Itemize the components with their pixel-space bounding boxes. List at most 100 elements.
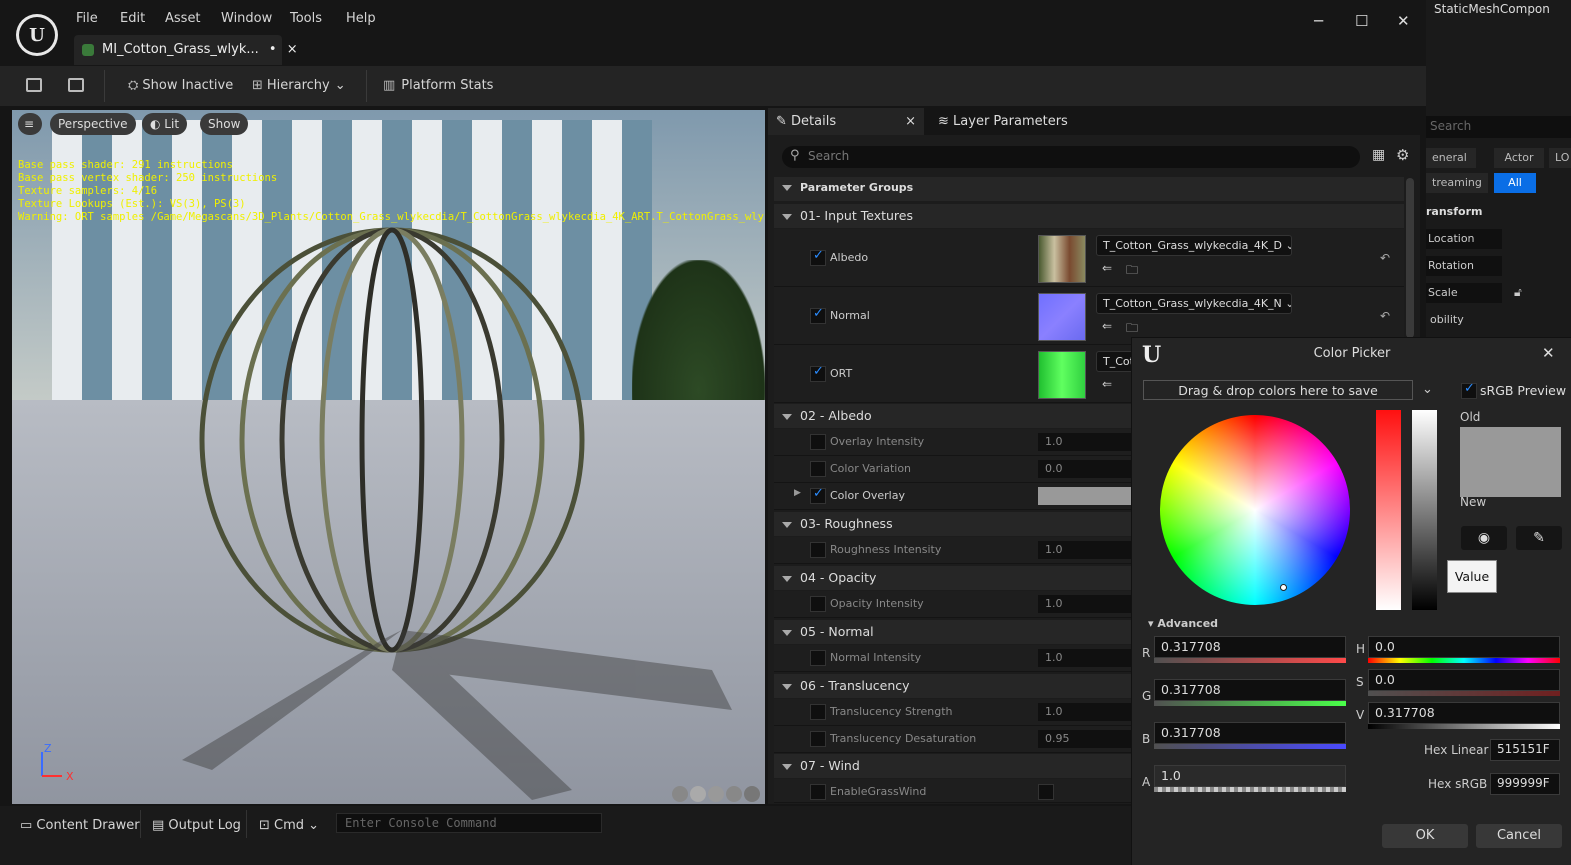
red-slider[interactable] [1154,658,1346,663]
save-icon[interactable] [26,77,48,92]
parameter-groups-header[interactable]: Parameter Groups [774,177,1404,201]
minimize-button[interactable]: ─ [1314,12,1323,30]
cmd-dropdown[interactable]: ⊡ Cmd ⌄ [259,818,319,833]
color-wheel-cursor[interactable] [1280,584,1287,591]
menu-asset[interactable]: Asset [165,11,201,26]
hierarchy-button[interactable]: ⊞ Hierarchy ⌄ [252,78,346,93]
side-tab-general[interactable]: eneral [1426,148,1476,168]
side-search-input[interactable]: Search [1426,116,1571,138]
close-window-button[interactable]: ✕ [1397,12,1410,30]
hex-srgb-input[interactable]: 999999F [1490,773,1560,795]
sphere-icon[interactable] [690,786,706,802]
ort-thumbnail[interactable] [1038,351,1086,399]
expand-arrow-icon[interactable]: ▶ [794,488,801,498]
normal-texture-select[interactable]: T_Cotton_Grass_wlykecdia_4K_N ⌄ [1096,293,1292,314]
settings-gear-icon[interactable]: ⚙ [1396,146,1409,164]
normal-thumbnail[interactable] [1038,293,1086,341]
hex-linear-input[interactable]: 515151F [1490,739,1560,761]
color-overlay-checkbox[interactable] [810,486,826,504]
reset-arrow-icon[interactable]: ↶ [1380,251,1390,265]
translucency-strength-value[interactable]: 1.0 [1038,703,1138,721]
albedo-thumbnail[interactable] [1038,235,1086,283]
translucency-desaturation-checkbox[interactable] [810,731,826,747]
group-input-textures[interactable]: 01- Input Textures [774,204,1404,228]
console-input[interactable]: Enter Console Command [336,813,602,833]
roughness-value[interactable]: 1.0 [1038,541,1138,559]
scale-dropdown[interactable]: Scale [1426,283,1502,303]
lit-button[interactable]: ◐ Lit [142,113,188,135]
side-filter-all[interactable]: All [1494,173,1536,193]
tab-details-close-icon[interactable]: × [905,114,916,129]
overlay-intensity-value[interactable]: 1.0 [1038,433,1138,451]
menu-file[interactable]: File [76,11,98,26]
location-dropdown[interactable]: Location [1426,229,1502,249]
reset-arrow-icon[interactable]: ↶ [1380,309,1390,323]
cylinder-icon[interactable] [672,786,688,802]
albedo-texture-select[interactable]: T_Cotton_Grass_wlykecdia_4K_D ⌄ [1096,235,1292,256]
color-overlay-swatch[interactable] [1038,487,1138,505]
ort-checkbox[interactable] [810,364,826,382]
translucency-strength-checkbox[interactable] [810,704,826,720]
normal-intensity-value[interactable]: 1.0 [1038,649,1138,667]
hue-input[interactable]: 0.0 [1368,636,1560,658]
alpha-input[interactable]: 1.0 [1154,765,1346,787]
saturation-input[interactable]: 0.0 [1368,669,1560,691]
color-wheel-icon[interactable]: ◉ [1461,526,1507,550]
saturation-bar[interactable] [1368,691,1560,696]
preview-mesh-selector[interactable] [672,786,762,802]
blue-slider[interactable] [1154,744,1346,749]
platform-stats-button[interactable]: ▥ Platform Stats [383,78,493,93]
translucency-desaturation-value[interactable]: 0.95 [1038,730,1138,748]
show-inactive-button[interactable]: ⛭ Show Inactive [128,78,233,93]
browse-asset-icon[interactable]: 🗀︎ [1126,261,1138,282]
value-bar[interactable] [1368,724,1560,729]
content-drawer-button[interactable]: ▭ Content Drawer [20,818,140,833]
side-filter-streaming[interactable]: treaming [1426,173,1488,193]
blue-input[interactable]: 0.317708 [1154,722,1346,744]
viewport-menu-button[interactable]: ≡ [18,113,42,135]
green-input[interactable]: 0.317708 [1154,679,1346,701]
browse-icon[interactable] [68,77,90,92]
color-variation-value[interactable]: 0.0 [1038,460,1138,478]
maximize-button[interactable]: ☐ [1355,12,1368,30]
scrollbar[interactable] [1406,178,1414,338]
menu-edit[interactable]: Edit [120,11,145,26]
saturation-slider[interactable] [1376,410,1401,610]
show-button[interactable]: Show [200,113,249,135]
perspective-button[interactable]: Perspective [50,113,136,135]
plane-icon[interactable] [708,786,724,802]
advanced-toggle[interactable]: ▾ Advanced [1148,617,1218,630]
enable-wind-checkbox[interactable] [810,784,826,800]
cube-icon[interactable] [726,786,742,802]
side-tab-lod[interactable]: LO [1549,148,1571,168]
normal-intensity-checkbox[interactable] [810,650,826,666]
color-dropzone[interactable]: Drag & drop colors here to save [1143,380,1413,400]
close-icon[interactable]: ✕ [1542,344,1555,362]
green-slider[interactable] [1154,701,1346,706]
menu-tools[interactable]: Tools [290,11,322,26]
details-search-input[interactable]: Search [782,146,1360,168]
menu-window[interactable]: Window [221,11,272,26]
ok-button[interactable]: OK [1382,824,1468,848]
color-variation-checkbox[interactable] [810,461,826,477]
use-selected-icon[interactable]: ⇐ [1102,377,1112,391]
cancel-button[interactable]: Cancel [1476,824,1562,848]
overlay-intensity-checkbox[interactable] [810,434,826,450]
menu-help[interactable]: Help [346,11,376,26]
use-selected-icon[interactable]: ⇐ [1102,261,1112,275]
srgb-preview-checkbox[interactable]: ✓ [1461,381,1477,399]
value-input[interactable]: 0.317708 [1368,702,1560,724]
color-wheel[interactable] [1160,415,1350,605]
chevron-down-icon[interactable]: ⌄ [1422,382,1433,397]
material-preview-viewport[interactable]: ≡ Perspective ◐ Lit Show Base pass shade… [12,110,765,804]
side-tab-actor[interactable]: Actor [1494,148,1544,168]
tab-details[interactable]: ✎ Details × [768,108,924,135]
opacity-value[interactable]: 1.0 [1038,595,1138,613]
albedo-checkbox[interactable] [810,248,826,266]
roughness-checkbox[interactable] [810,542,826,558]
tab-layer-parameters[interactable]: ≋ Layer Parameters [930,108,1076,135]
alpha-slider[interactable] [1154,787,1346,792]
red-input[interactable]: 0.317708 [1154,636,1346,658]
eyedropper-icon[interactable]: ✎ [1516,526,1562,550]
teapot-icon[interactable] [744,786,760,802]
